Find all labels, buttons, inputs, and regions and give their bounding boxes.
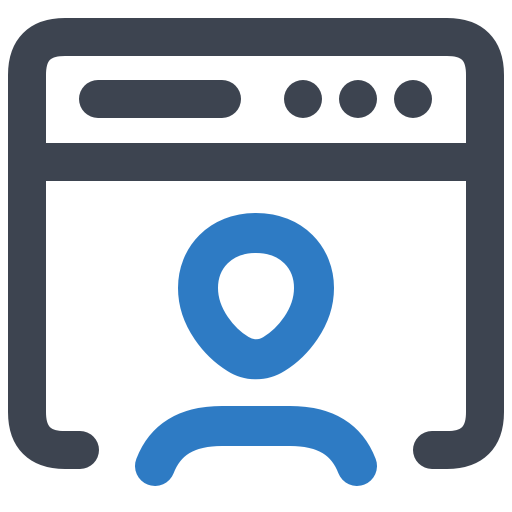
window-control-dot-1 xyxy=(284,80,322,118)
window-control-dot-2 xyxy=(339,80,377,118)
browser-user-profile-icon xyxy=(8,18,504,486)
window-control-dot-3 xyxy=(394,80,432,118)
user-head-icon xyxy=(178,213,334,380)
user-shoulders-icon xyxy=(135,406,377,486)
icon-canvas xyxy=(0,0,512,512)
